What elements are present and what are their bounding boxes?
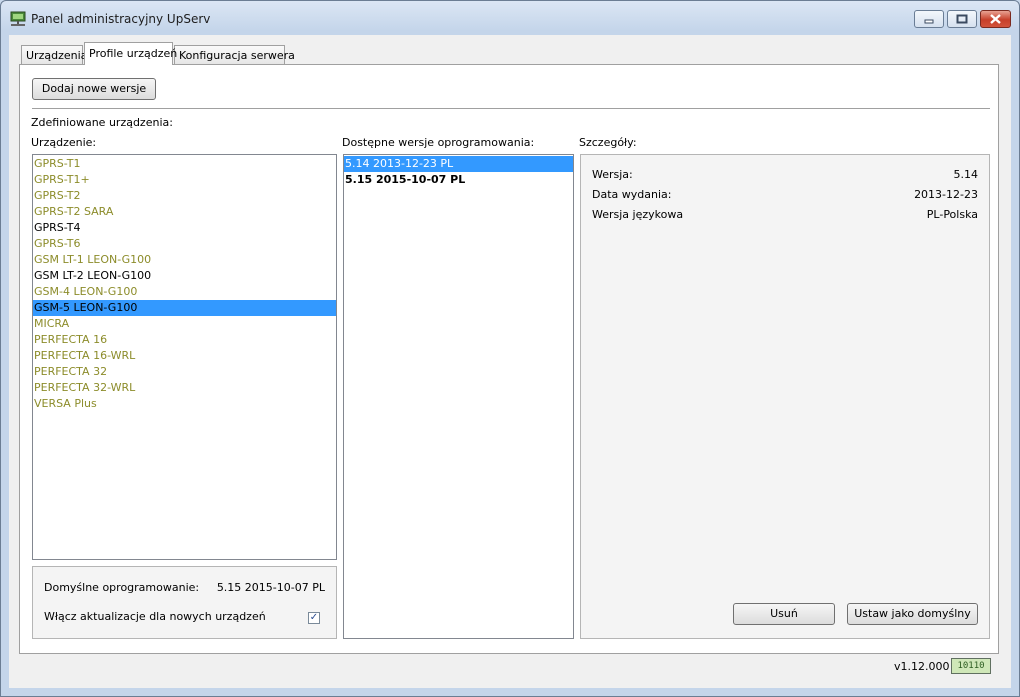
enable-updates-checkbox[interactable]: ✓ xyxy=(308,612,320,624)
details-language-value: PL-Polska xyxy=(926,208,978,221)
device-item-gsm-lt1[interactable]: GSM LT-1 LEON-G100 xyxy=(33,252,336,268)
tab-label: Urządzenia xyxy=(26,49,88,62)
details-release-date-value: 2013-12-23 xyxy=(914,188,978,201)
device-item-perfecta-32[interactable]: PERFECTA 32 xyxy=(33,364,336,380)
tab-server-config[interactable]: Konfiguracja serwera xyxy=(174,45,295,64)
default-firmware-value: 5.15 2015-10-07 PL xyxy=(216,581,325,594)
checkmark-icon: ✓ xyxy=(309,612,319,623)
tab-label: Konfiguracja serwera xyxy=(179,49,295,62)
maximize-button[interactable] xyxy=(947,10,977,28)
details-group: Wersja: 5.14 Data wydania: 2013-12-23 We… xyxy=(580,154,990,639)
device-item-micra[interactable]: MICRA xyxy=(33,316,336,332)
enable-updates-row: Włącz aktualizacje dla nowych urządzeń xyxy=(44,610,325,623)
versions-header: Dostępne wersje oprogramowania: xyxy=(342,136,535,149)
device-item-gsm5-selected[interactable]: GSM-5 LEON-G100 xyxy=(33,300,336,316)
tab-label: Profile urządzeń xyxy=(89,47,178,60)
minimize-button[interactable] xyxy=(914,10,944,28)
client-area: Urządzenia Profile urządzeń Konfiguracja… xyxy=(9,35,1011,688)
details-language-row: Wersja językowa PL-Polska xyxy=(592,208,978,221)
default-firmware-row: Domyślne oprogramowanie: 5.15 2015-10-07… xyxy=(44,581,325,594)
details-release-date-row: Data wydania: 2013-12-23 xyxy=(592,188,978,201)
tab-devices[interactable]: Urządzenia xyxy=(21,45,87,64)
device-item-gprs-t2[interactable]: GPRS-T2 xyxy=(33,188,336,204)
device-item-versa-plus[interactable]: VERSA Plus xyxy=(33,396,336,412)
add-versions-button[interactable]: Dodaj nowe wersje xyxy=(32,78,156,100)
defined-devices-label: Zdefiniowane urządzenia: xyxy=(31,116,173,129)
network-activity-icon: 10110 xyxy=(951,658,991,674)
device-item-gprs-t1-plus[interactable]: GPRS-T1+ xyxy=(33,172,336,188)
separator xyxy=(32,108,990,110)
enable-updates-label: Włącz aktualizacje dla nowych urządzeń xyxy=(44,610,266,623)
window-title: Panel administracyjny UpServ xyxy=(31,12,211,26)
device-item-gprs-t4[interactable]: GPRS-T4 xyxy=(33,220,336,236)
device-item-gprs-t6[interactable]: GPRS-T6 xyxy=(33,236,336,252)
default-firmware-label: Domyślne oprogramowanie: xyxy=(44,581,200,594)
device-item-perfecta-32-wrl[interactable]: PERFECTA 32-WRL xyxy=(33,380,336,396)
details-version-value: 5.14 xyxy=(953,168,979,181)
details-header: Szczegóły: xyxy=(579,136,637,149)
devices-header: Urządzenie: xyxy=(31,136,97,149)
minimize-icon xyxy=(924,19,934,24)
app-version: v1.12.000 xyxy=(894,660,950,673)
device-profiles-panel: Dodaj nowe wersje Zdefiniowane urządzeni… xyxy=(19,64,999,654)
restore-icon xyxy=(956,14,968,24)
tab-device-profiles[interactable]: Profile urządzeń xyxy=(84,42,177,65)
title-bar[interactable]: Panel administracyjny UpServ xyxy=(1,1,1019,35)
device-item-gprs-t1[interactable]: GPRS-T1 xyxy=(33,156,336,172)
details-version-row: Wersja: 5.14 xyxy=(592,168,978,181)
close-button[interactable] xyxy=(980,10,1011,28)
device-item-perfecta-16[interactable]: PERFECTA 16 xyxy=(33,332,336,348)
close-icon xyxy=(990,14,1001,24)
version-item-default[interactable]: 5.15 2015-10-07 PL xyxy=(344,172,573,188)
network-app-icon xyxy=(10,11,26,26)
details-version-label: Wersja: xyxy=(592,168,633,181)
device-item-gsm4[interactable]: GSM-4 LEON-G100 xyxy=(33,284,336,300)
device-item-gprs-t2-sara[interactable]: GPRS-T2 SARA xyxy=(33,204,336,220)
set-default-button[interactable]: Ustaw jako domyślny xyxy=(847,603,978,625)
details-language-label: Wersja językowa xyxy=(592,208,684,221)
delete-button[interactable]: Usuń xyxy=(733,603,835,625)
version-item-selected[interactable]: 5.14 2013-12-23 PL xyxy=(344,156,573,172)
versions-list[interactable]: 5.14 2013-12-23 PL 5.15 2015-10-07 PL xyxy=(343,154,574,639)
details-release-date-label: Data wydania: xyxy=(592,188,672,201)
devices-list[interactable]: GPRS-T1 GPRS-T1+ GPRS-T2 GPRS-T2 SARA GP… xyxy=(32,154,337,560)
device-item-gsm-lt2[interactable]: GSM LT-2 LEON-G100 xyxy=(33,268,336,284)
main-window: Panel administracyjny UpServ Urządzenia … xyxy=(0,0,1020,697)
defaults-group: Domyślne oprogramowanie: 5.15 2015-10-07… xyxy=(32,566,337,639)
device-item-perfecta-16-wrl[interactable]: PERFECTA 16-WRL xyxy=(33,348,336,364)
